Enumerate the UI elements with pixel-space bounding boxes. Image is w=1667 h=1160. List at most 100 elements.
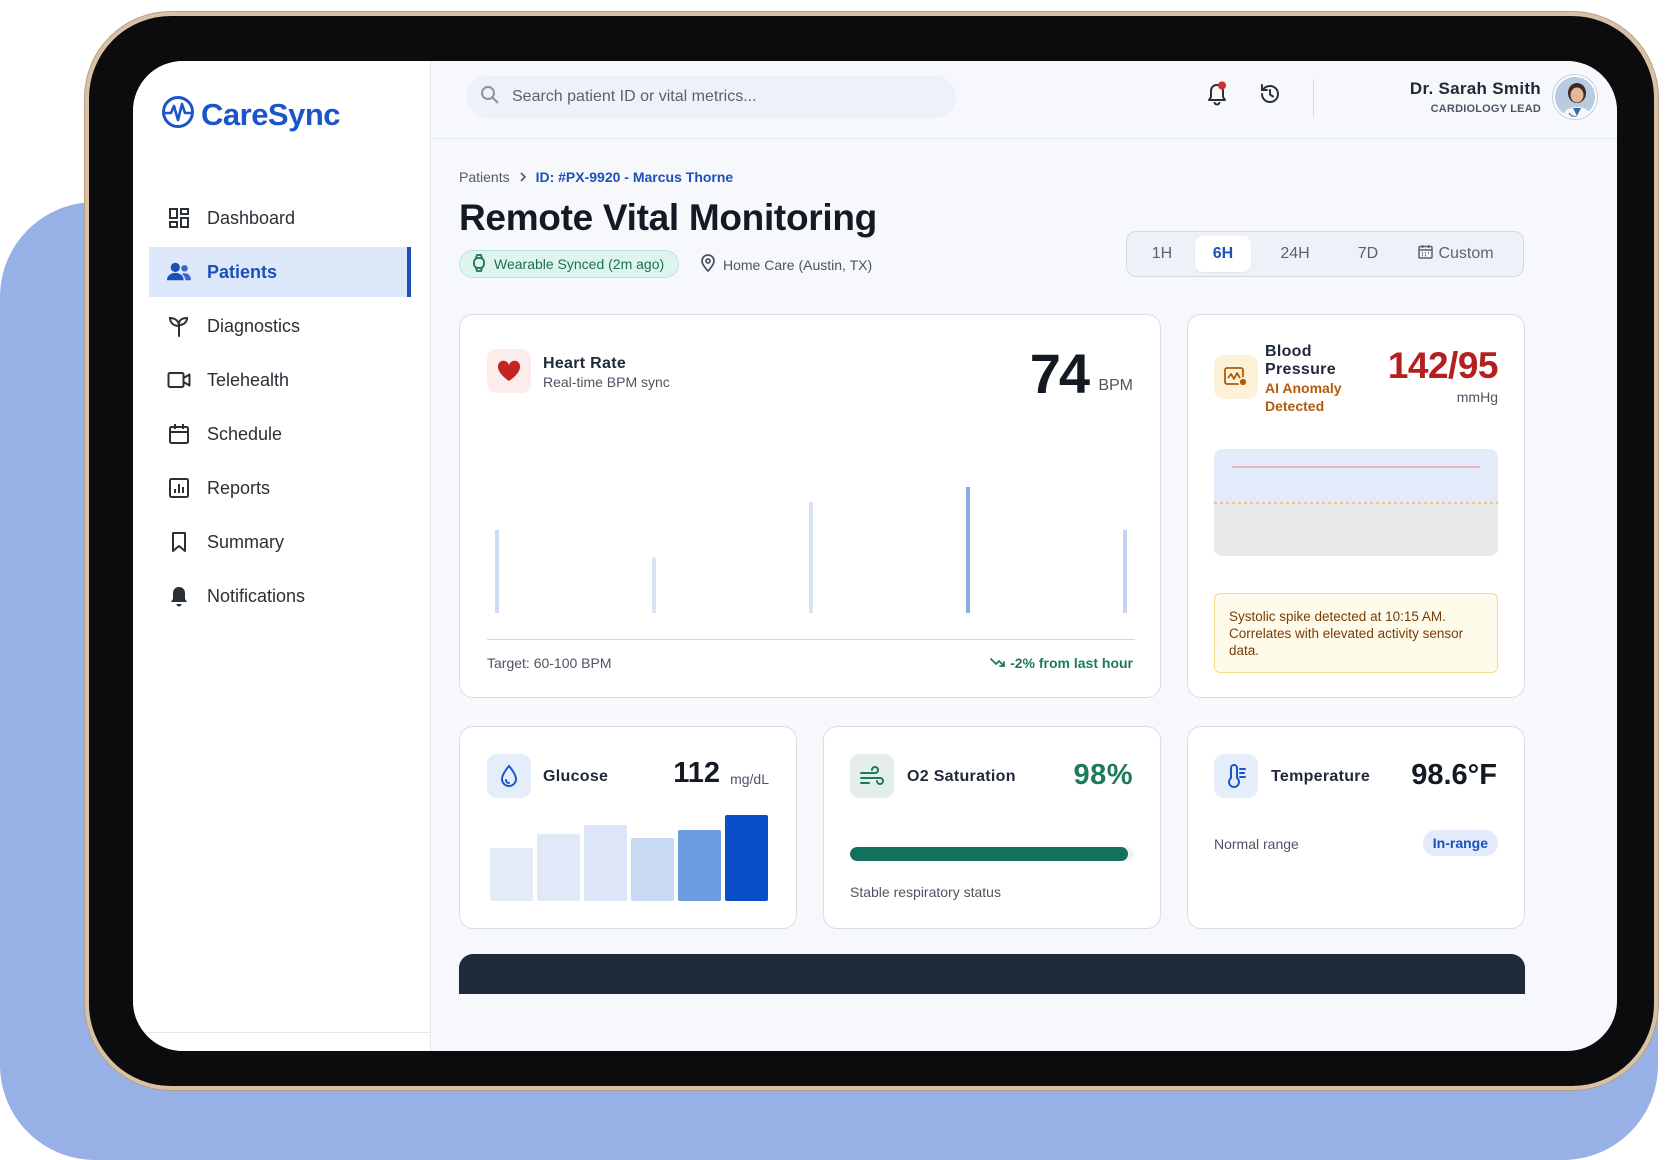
glucose-value: 112 bbox=[673, 757, 720, 789]
heart-rate-spike bbox=[1123, 529, 1127, 613]
heartbeat-logo-icon bbox=[161, 95, 195, 134]
sidebar-footer bbox=[133, 1032, 430, 1033]
glucose-card[interactable]: Glucose 112 mg/dL bbox=[459, 726, 797, 929]
breadcrumb: Patients ID: #PX-9920 - Marcus Thorne bbox=[459, 169, 733, 185]
chevron-right-icon bbox=[519, 169, 527, 185]
sidebar-item-label: Telehealth bbox=[207, 369, 290, 390]
user-info[interactable]: Dr. Sarah Smith CARDIOLOGY LEAD bbox=[1410, 79, 1541, 115]
heart-rate-chart bbox=[487, 465, 1135, 640]
heart-rate-spike bbox=[966, 487, 970, 613]
calendar-icon bbox=[167, 422, 191, 446]
sidebar-item-summary[interactable]: Summary bbox=[149, 517, 411, 567]
map-pin-icon bbox=[701, 254, 715, 275]
app-logo[interactable]: CareSync bbox=[161, 95, 341, 134]
breadcrumb-patients-link[interactable]: Patients bbox=[459, 169, 510, 185]
range-custom-label: Custom bbox=[1438, 245, 1494, 262]
blood-pressure-icon bbox=[1214, 355, 1258, 399]
avatar[interactable] bbox=[1553, 75, 1597, 119]
o2-saturation-card[interactable]: O2 Saturation 98% Stable respiratory sta… bbox=[823, 726, 1161, 929]
user-role: CARDIOLOGY LEAD bbox=[1430, 103, 1541, 115]
sync-status-text: Wearable Synced (2m ago) bbox=[494, 256, 665, 272]
glucose-title: Glucose bbox=[543, 768, 609, 785]
sidebar-item-patients[interactable]: Patients bbox=[149, 247, 411, 297]
heart-rate-card[interactable]: Heart Rate Real-time BPM sync 74 BPM Tar… bbox=[459, 314, 1161, 698]
patient-location: Home Care (Austin, TX) bbox=[701, 254, 872, 275]
search-icon bbox=[480, 85, 500, 110]
sidebar-item-label: Reports bbox=[207, 477, 271, 498]
sidebar-item-schedule[interactable]: Schedule bbox=[149, 409, 411, 459]
thermometer-icon bbox=[1214, 754, 1258, 798]
temperature-title: Temperature bbox=[1271, 768, 1371, 785]
top-bar: Dr. Sarah Smith CARDIOLOGY LEAD bbox=[432, 61, 1617, 139]
search-bar[interactable] bbox=[466, 76, 956, 118]
patients-icon bbox=[167, 260, 191, 284]
sidebar-item-label: Summary bbox=[207, 531, 285, 552]
temperature-card[interactable]: Temperature 98.6°F Normal range In-range bbox=[1187, 726, 1525, 929]
history-icon bbox=[1258, 82, 1282, 111]
anomaly-alert: Systolic spike detected at 10:15 AM. Cor… bbox=[1214, 593, 1498, 673]
reports-icon bbox=[167, 476, 191, 500]
sidebar-item-diagnostics[interactable]: Diagnostics bbox=[149, 301, 411, 351]
sidebar-item-label: Schedule bbox=[207, 423, 283, 444]
range-6h-button[interactable]: 6H bbox=[1195, 236, 1251, 272]
sidebar-item-dashboard[interactable]: Dashboard bbox=[149, 193, 411, 243]
heart-rate-title: Heart Rate bbox=[543, 355, 627, 372]
sidebar-item-notifications[interactable]: Notifications bbox=[149, 571, 411, 621]
blood-pressure-unit: mmHg bbox=[1456, 389, 1498, 405]
app-screen: CareSync Dashboard Patients Diagnostics … bbox=[133, 61, 1617, 1051]
o2-status: Stable respiratory status bbox=[850, 884, 1001, 900]
notifications-button[interactable] bbox=[1202, 81, 1232, 111]
heart-icon bbox=[487, 349, 531, 393]
dashboard-icon bbox=[167, 206, 191, 230]
history-button[interactable] bbox=[1255, 81, 1285, 111]
blood-pressure-chart bbox=[1214, 449, 1498, 556]
trend-down-icon bbox=[990, 655, 1006, 671]
glucose-bar-chart bbox=[490, 815, 768, 901]
bp-lower-band bbox=[1214, 503, 1498, 556]
glucose-bar bbox=[490, 847, 533, 901]
search-input[interactable] bbox=[512, 88, 912, 106]
heart-rate-target: Target: 60-100 BPM bbox=[487, 655, 612, 671]
bottom-panel bbox=[459, 954, 1525, 994]
o2-value: 98% bbox=[1073, 759, 1133, 791]
blood-pressure-card[interactable]: Blood Pressure AI Anomaly Detected 142/9… bbox=[1187, 314, 1525, 698]
temperature-status: Normal range bbox=[1214, 836, 1299, 852]
bell-alert-icon bbox=[1205, 81, 1229, 112]
tablet-frame: CareSync Dashboard Patients Diagnostics … bbox=[85, 12, 1658, 1090]
heart-rate-subtitle: Real-time BPM sync bbox=[543, 374, 670, 390]
top-bar-divider bbox=[1313, 79, 1314, 117]
droplet-icon bbox=[487, 754, 531, 798]
heart-rate-spike bbox=[652, 557, 656, 613]
glucose-unit: mg/dL bbox=[730, 771, 769, 787]
heart-rate-spike bbox=[495, 529, 499, 613]
watch-icon bbox=[472, 253, 486, 275]
range-7d-button[interactable]: 7D bbox=[1339, 236, 1397, 272]
sidebar-item-reports[interactable]: Reports bbox=[149, 463, 411, 513]
sidebar-item-telehealth[interactable]: Telehealth bbox=[149, 355, 411, 405]
o2-title: O2 Saturation bbox=[907, 768, 1016, 785]
diagnostics-icon bbox=[167, 314, 191, 338]
bp-normal-band bbox=[1214, 449, 1498, 503]
heart-rate-spikes bbox=[495, 487, 1127, 613]
glucose-bar bbox=[725, 815, 768, 901]
range-24h-button[interactable]: 24H bbox=[1255, 236, 1335, 272]
sidebar: CareSync Dashboard Patients Diagnostics … bbox=[133, 61, 431, 1051]
range-1h-button[interactable]: 1H bbox=[1133, 236, 1191, 272]
heart-rate-spike bbox=[809, 502, 813, 613]
heart-rate-trend: -2% from last hour bbox=[990, 655, 1133, 671]
anomaly-badge: AI Anomaly Detected bbox=[1265, 380, 1342, 414]
in-range-badge: In-range bbox=[1422, 830, 1498, 856]
app-name: CareSync bbox=[201, 96, 341, 132]
sidebar-item-label: Patients bbox=[207, 261, 278, 282]
temperature-value: 98.6°F bbox=[1411, 759, 1497, 791]
user-name: Dr. Sarah Smith bbox=[1409, 79, 1541, 98]
sidebar-item-label: Diagnostics bbox=[207, 315, 301, 336]
heart-rate-unit: BPM bbox=[1098, 377, 1133, 394]
range-custom-button[interactable]: Custom bbox=[1401, 236, 1511, 272]
glucose-bar bbox=[631, 838, 674, 901]
heart-rate-trend-text: -2% from last hour bbox=[1010, 655, 1133, 671]
glucose-bar bbox=[678, 829, 721, 901]
heart-rate-value: 74 bbox=[1029, 342, 1090, 405]
glucose-bar bbox=[584, 825, 627, 901]
sync-status-badge: Wearable Synced (2m ago) bbox=[459, 250, 680, 278]
